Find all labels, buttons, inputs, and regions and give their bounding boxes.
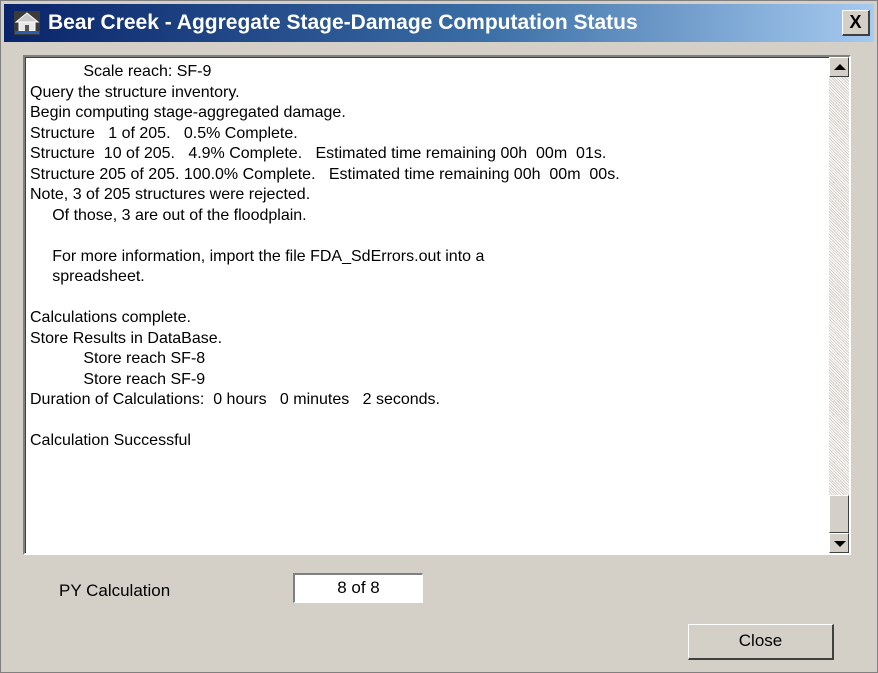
log-line: Store reach SF-9 bbox=[30, 370, 206, 388]
log-line: Duration of Calculations: 0 hours 0 minu… bbox=[30, 391, 440, 408]
log-line: Scale reach: SF-9 bbox=[30, 63, 212, 80]
log-line: Calculation Successful bbox=[30, 432, 191, 449]
scroll-up-arrow-icon[interactable] bbox=[829, 57, 849, 77]
status-log-text: Scale reach: SF-9 Query the structure in… bbox=[26, 58, 829, 452]
log-line: Store reach SF-8 bbox=[30, 350, 206, 367]
status-log[interactable]: Scale reach: SF-9 Query the structure in… bbox=[23, 55, 851, 555]
log-line: For more information, import the file FD… bbox=[30, 247, 485, 265]
log-line: Structure 1 of 205. 0.5% Complete. bbox=[30, 124, 298, 142]
log-line: Structure 10 of 205. 4.9% Complete. Esti… bbox=[30, 145, 607, 162]
close-button[interactable]: Close bbox=[688, 624, 834, 660]
py-calculation-label: PY Calculation bbox=[59, 581, 171, 600]
window-title: Bear Creek - Aggregate Stage-Damage Comp… bbox=[48, 11, 638, 34]
log-line: Begin computing stage-aggregated damage. bbox=[30, 104, 346, 121]
log-line: spreadsheet. bbox=[30, 268, 145, 285]
status-log-viewport: Scale reach: SF-9 Query the structure in… bbox=[25, 57, 829, 553]
log-line: Structure 205 of 205. 100.0% Complete. E… bbox=[30, 165, 620, 183]
scroll-down-arrow-icon[interactable] bbox=[829, 533, 849, 553]
log-line: Store Results in DataBase. bbox=[30, 329, 223, 347]
log-line: Query the structure inventory. bbox=[30, 83, 240, 101]
log-line: Calculations complete. bbox=[30, 309, 191, 326]
window-close-icon[interactable]: X bbox=[842, 10, 870, 36]
py-calculation-value: 8 of 8 bbox=[293, 573, 423, 603]
log-line: Note, 3 of 205 structures were rejected. bbox=[30, 186, 311, 203]
house-icon bbox=[14, 11, 40, 35]
status-dialog: Bear Creek - Aggregate Stage-Damage Comp… bbox=[0, 0, 878, 673]
scrollbar-thumb[interactable] bbox=[829, 495, 849, 533]
vertical-scrollbar[interactable] bbox=[829, 57, 849, 553]
title-bar[interactable]: Bear Creek - Aggregate Stage-Damage Comp… bbox=[4, 4, 874, 42]
log-line: Of those, 3 are out of the floodplain. bbox=[30, 206, 307, 224]
